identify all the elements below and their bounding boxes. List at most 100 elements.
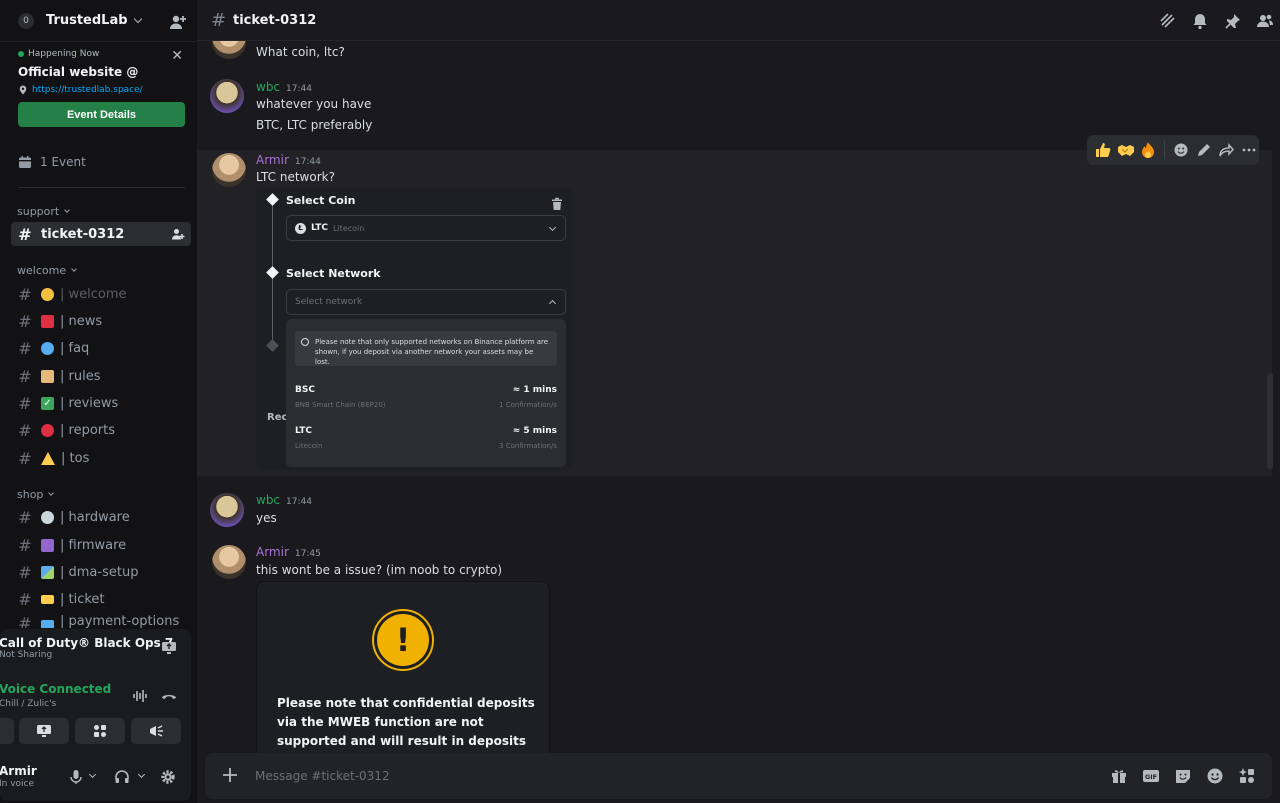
gift-icon[interactable]: [1110, 767, 1128, 785]
step-title: Select Network: [286, 267, 381, 280]
timestamp: 17:44: [286, 497, 312, 507]
reaction-fire-icon[interactable]: [1138, 140, 1158, 160]
settings-gear-icon[interactable]: [160, 769, 176, 785]
avatar[interactable]: [212, 153, 246, 187]
plus-icon[interactable]: [221, 766, 239, 784]
avatar[interactable]: [210, 79, 244, 113]
member-list-icon[interactable]: [1256, 12, 1274, 30]
warning-emoji-icon: [41, 451, 55, 465]
more-options-icon[interactable]: [1239, 140, 1259, 160]
scrollbar-thumb[interactable]: [1267, 373, 1273, 469]
avatar[interactable]: [210, 493, 244, 527]
screen-share-icon: [37, 725, 51, 737]
reaction-thumbs-up-icon[interactable]: [1093, 140, 1113, 160]
message-composer: GIF: [205, 753, 1272, 799]
user-panel[interactable]: Armir In voice: [0, 763, 191, 797]
step-marker-icon: [266, 266, 279, 279]
chevron-down-icon[interactable]: [88, 770, 97, 779]
info-icon: [301, 338, 309, 346]
voice-signal-icon[interactable]: [132, 689, 148, 703]
event-url-link[interactable]: https://trustedlab.space/: [32, 85, 143, 95]
message-input[interactable]: [255, 766, 1055, 786]
floppy-disk-emoji-icon: [41, 538, 54, 552]
event-details-button[interactable]: Event Details: [18, 102, 185, 127]
forward-icon[interactable]: [1217, 140, 1237, 160]
edit-pencil-icon[interactable]: [1194, 140, 1214, 160]
channel-welcome[interactable]: # | welcome: [11, 282, 191, 306]
voice-channel-name[interactable]: Chill / Zulic's: [0, 699, 56, 709]
avatar[interactable]: [212, 41, 246, 59]
channel-topbar: # ticket-0312: [197, 0, 1280, 41]
red-circle-emoji-icon: [41, 423, 54, 437]
share-screen-button[interactable]: [19, 718, 69, 744]
threads-icon[interactable]: [1159, 12, 1177, 30]
timestamp: 17:44: [294, 157, 321, 167]
attachment-image-warning[interactable]: ! Please note that confidential deposits…: [256, 581, 550, 753]
apps-icon[interactable]: [1238, 767, 1256, 785]
trash-icon: [552, 197, 562, 210]
reaction-handshake-icon[interactable]: [1116, 140, 1136, 160]
author-name[interactable]: Armir: [256, 153, 289, 167]
network-dropdown: Please note that only supported networks…: [286, 319, 566, 467]
channel-hardware[interactable]: # | hardware: [11, 505, 191, 529]
channel-rules[interactable]: # | rules: [11, 364, 191, 388]
microphone-icon[interactable]: [68, 769, 84, 785]
channel-news[interactable]: # | news: [11, 309, 191, 333]
channel-payment-options[interactable]: # | payment-options: [11, 614, 191, 628]
add-member-icon[interactable]: [171, 227, 185, 241]
chevron-down-icon[interactable]: [133, 14, 142, 23]
add-reaction-icon[interactable]: [1171, 140, 1191, 160]
text-channel-icon: #: [18, 562, 32, 582]
soundboard-button[interactable]: [131, 718, 181, 744]
channel-firmware[interactable]: # | firmware: [11, 533, 191, 557]
warning-icon: !: [372, 609, 434, 671]
channel-reports[interactable]: # | reports: [11, 418, 191, 442]
server-name[interactable]: TrustedLab: [46, 13, 128, 28]
text-channel-icon: #: [211, 9, 227, 31]
activities-button[interactable]: [75, 718, 125, 744]
bell-icon[interactable]: [1191, 12, 1209, 30]
text-channel-icon: #: [18, 284, 32, 304]
message-header: Armir 17:44: [256, 153, 321, 167]
live-dot-icon: [18, 51, 24, 57]
channel-reviews[interactable]: # ✓ | reviews: [11, 391, 191, 415]
headphones-icon[interactable]: [114, 769, 130, 785]
invite-people-icon[interactable]: [169, 13, 187, 31]
author-name[interactable]: Armir: [256, 545, 289, 559]
message-text: yes: [256, 511, 277, 525]
channel-dma-setup[interactable]: # | dma-setup: [11, 560, 191, 584]
emoji-icon[interactable]: [1206, 767, 1224, 785]
voice-connected-label[interactable]: Voice Connected: [0, 682, 111, 696]
events-count-label: 1 Event: [40, 155, 86, 169]
author-name[interactable]: wbc: [256, 80, 280, 94]
wave-emoji-icon: [41, 287, 54, 301]
server-header[interactable]: 0 TrustedLab: [0, 0, 197, 42]
close-icon[interactable]: ✕: [171, 48, 183, 64]
ticket-emoji-icon: [41, 594, 54, 604]
attachment-image-network-select[interactable]: Select Coin Ł LTC Litecoin Select Networ…: [256, 188, 572, 470]
channel-ticket-0312[interactable]: # ticket-0312: [11, 222, 191, 246]
channel-faq[interactable]: # | faq: [11, 336, 191, 360]
channel-tos[interactable]: # | tos: [11, 446, 191, 470]
message-header: wbc 17:44: [256, 493, 312, 507]
avatar[interactable]: [212, 545, 246, 579]
event-location[interactable]: https://trustedlab.space/: [18, 85, 185, 95]
username: Armir: [0, 764, 37, 778]
events-link[interactable]: 1 Event: [18, 155, 86, 169]
category-support[interactable]: support: [17, 205, 71, 218]
disconnect-icon[interactable]: [160, 689, 178, 703]
pin-icon[interactable]: [1224, 12, 1242, 30]
screen-share-icon[interactable]: [161, 640, 177, 656]
author-name[interactable]: wbc: [256, 493, 280, 507]
sticker-icon[interactable]: [1174, 767, 1192, 785]
timestamp: 17:45: [294, 549, 321, 559]
megaphone-emoji-icon: [41, 314, 54, 328]
coin-select: Ł LTC Litecoin: [286, 215, 566, 241]
category-shop[interactable]: shop: [17, 488, 55, 501]
channel-ticket[interactable]: # | ticket: [11, 587, 191, 611]
step-marker-icon: [266, 193, 279, 206]
gif-icon[interactable]: GIF: [1142, 767, 1160, 785]
chevron-down-icon[interactable]: [137, 770, 146, 779]
camera-button[interactable]: [0, 718, 14, 744]
category-welcome[interactable]: welcome: [17, 264, 77, 277]
